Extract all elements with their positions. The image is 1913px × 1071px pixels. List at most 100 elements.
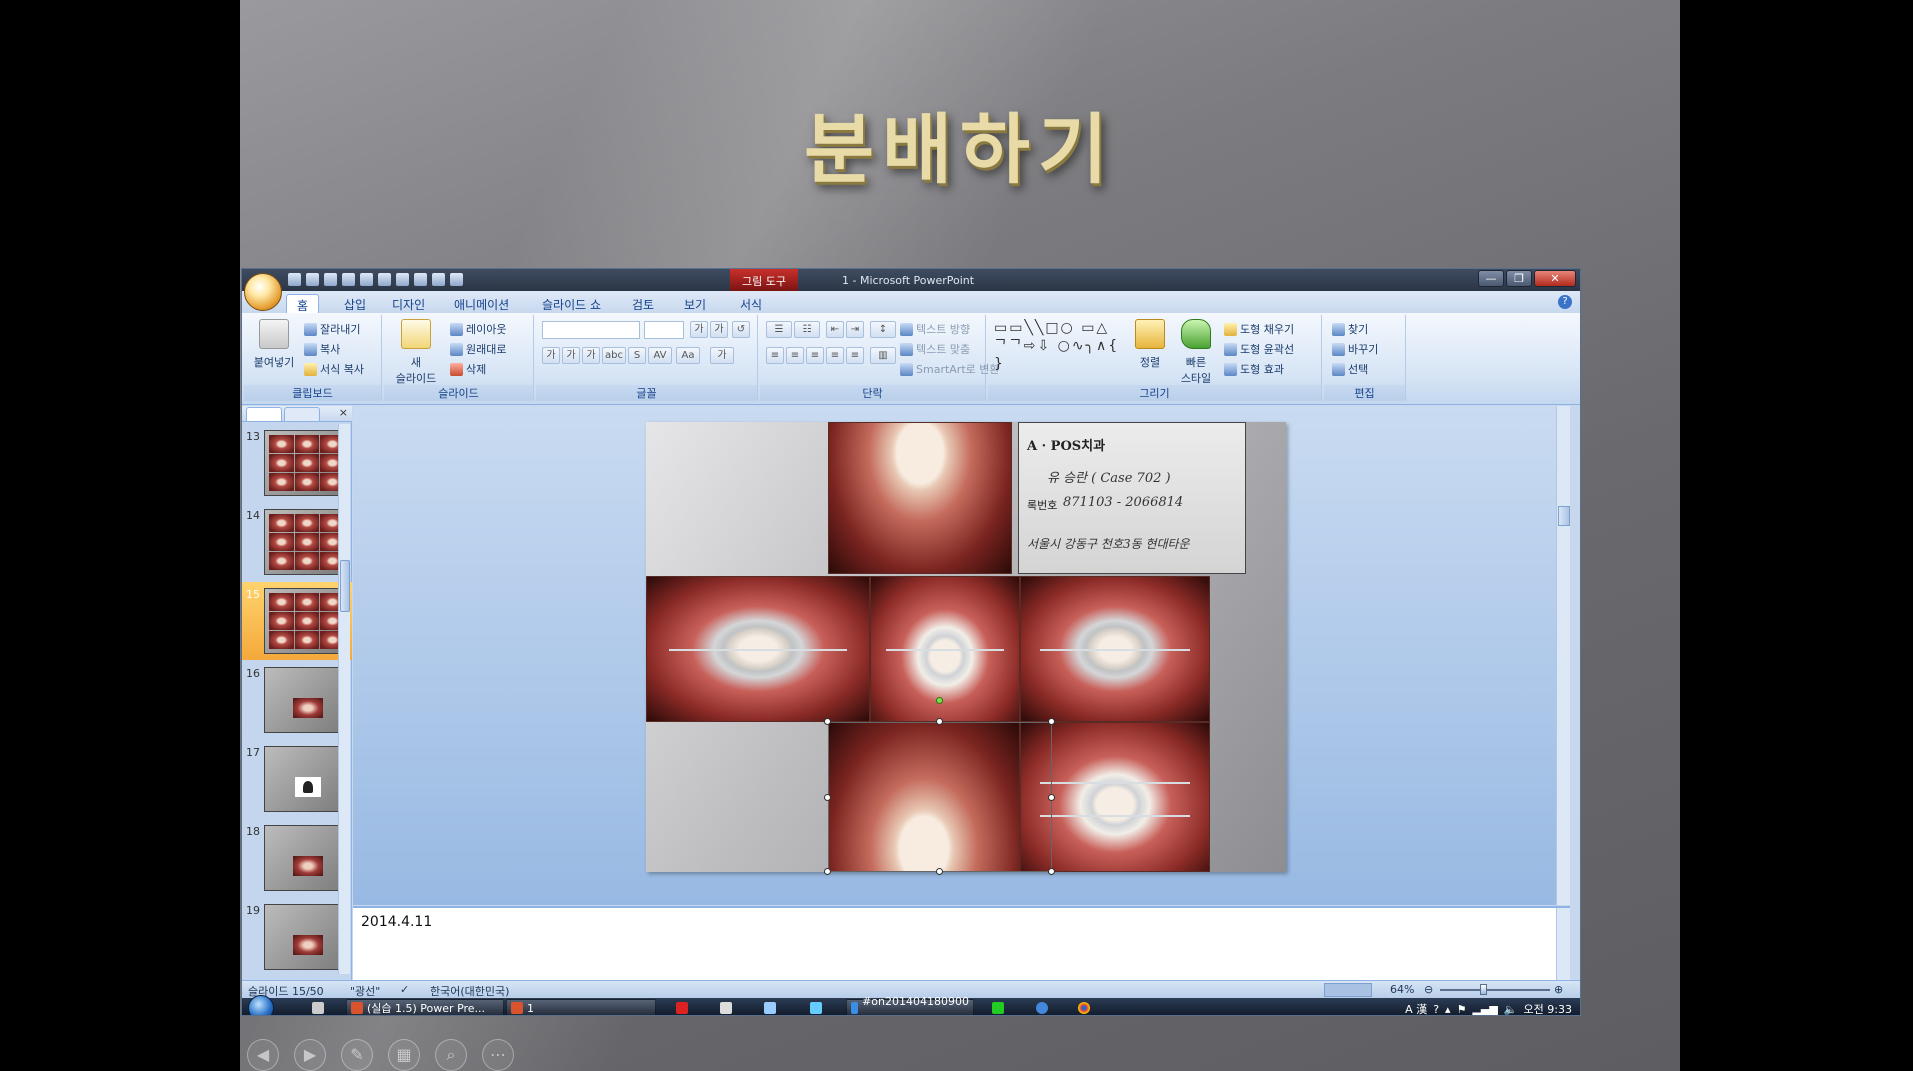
font-name-combo[interactable]	[542, 321, 640, 339]
draw-table-icon[interactable]	[414, 273, 427, 286]
zoom-icon[interactable]: ⌕	[435, 1039, 467, 1071]
photo-left-buccal[interactable]	[1020, 576, 1210, 722]
slides-icon[interactable]: ▦	[388, 1039, 420, 1071]
paste-button[interactable]: 붙여넣기	[250, 319, 298, 370]
format-painter-button[interactable]: 서식 복사	[304, 361, 364, 377]
rotate-handle[interactable]	[936, 697, 943, 704]
shape-fill-button[interactable]: 도형 채우기	[1224, 321, 1294, 337]
edit-scrollbar[interactable]	[1556, 406, 1570, 905]
spelling-icon[interactable]	[396, 273, 409, 286]
tab-format[interactable]: 서식	[730, 294, 772, 313]
zoom-slider-knob[interactable]	[1480, 984, 1487, 995]
taskbar-icon-app4[interactable]	[806, 999, 826, 1015]
volume-icon[interactable]: 🔈	[1504, 1003, 1518, 1016]
taskbar-item-ppt2[interactable]: 1	[506, 999, 656, 1015]
tab-insert[interactable]: 삽입	[334, 294, 376, 313]
zoom-out-icon[interactable]: ⊖	[1424, 983, 1433, 996]
select-button[interactable]: 선택	[1332, 361, 1368, 377]
photo-upper-occlusal[interactable]	[828, 422, 1012, 574]
replace-button[interactable]: 바꾸기	[1332, 341, 1378, 357]
zoom-level[interactable]: 64%	[1390, 983, 1414, 996]
reset-button[interactable]: 원래대로	[450, 341, 506, 357]
shrink-font-button[interactable]: 가	[710, 321, 728, 338]
minimize-button[interactable]: —	[1478, 270, 1504, 287]
shape-effects-button[interactable]: 도형 효과	[1224, 361, 1284, 377]
slide-thumbnail[interactable]: 19	[242, 898, 352, 976]
clock[interactable]: 오전 9:33	[1524, 1001, 1572, 1015]
taskbar-icon-app2[interactable]	[716, 999, 736, 1015]
new-icon[interactable]	[342, 273, 355, 286]
tab-animations[interactable]: 애니메이션	[444, 294, 519, 313]
font-color-button[interactable]: 가	[710, 347, 734, 364]
tab-home[interactable]: 홈	[286, 294, 320, 313]
decrease-indent-button[interactable]: ⇤	[826, 321, 844, 338]
edit-scroll-thumb[interactable]	[1558, 506, 1570, 526]
align-center-button[interactable]: ≡	[786, 347, 804, 364]
resize-handle[interactable]	[1048, 794, 1055, 801]
change-case-button[interactable]: Aa	[676, 347, 700, 364]
view-buttons[interactable]	[1324, 983, 1372, 997]
align-left-button[interactable]: ≡	[766, 347, 784, 364]
columns-button[interactable]: ▥	[870, 347, 896, 364]
restore-button[interactable]: ❐	[1506, 270, 1532, 287]
numbering-button[interactable]: ☷	[794, 321, 820, 338]
shadow-button[interactable]: S	[628, 347, 646, 364]
arrange-button[interactable]: 정렬	[1130, 319, 1170, 370]
new-slide-button[interactable]: 새 슬라이드	[388, 319, 444, 386]
help-icon[interactable]: ?	[1558, 295, 1572, 309]
language-status[interactable]: 한국어(대한민국)	[430, 983, 509, 999]
line-spacing-button[interactable]: ↕	[870, 321, 896, 338]
notes-pane[interactable]: 2014.4.11	[353, 906, 1570, 980]
bullets-button[interactable]: ☰	[766, 321, 792, 338]
shape-outline-button[interactable]: 도형 윤곽선	[1224, 341, 1294, 357]
slide-thumbnail[interactable]: 18	[242, 819, 352, 897]
resize-handle[interactable]	[824, 868, 831, 875]
quick-styles-button[interactable]: 빠른 스타일	[1174, 319, 1218, 386]
slide-canvas[interactable]: A · POS치과 유 승란 ( Case 702 ) 록번호 871103 -…	[646, 422, 1286, 875]
taskbar-item-browser[interactable]: #on201404180900 ...	[846, 995, 974, 1015]
tab-design[interactable]: 디자인	[382, 294, 435, 313]
clear-format-button[interactable]: ↺	[732, 321, 750, 338]
distributed-button[interactable]: ≡	[846, 347, 864, 364]
resize-handle[interactable]	[1048, 718, 1055, 725]
resize-handle[interactable]	[1048, 868, 1055, 875]
taskbar-icon-calc[interactable]	[308, 999, 328, 1015]
save-icon[interactable]	[288, 273, 301, 286]
bold-button[interactable]: 가	[542, 347, 560, 364]
taskbar-icon-app5[interactable]	[988, 999, 1008, 1015]
photo-right-buccal[interactable]	[646, 576, 870, 722]
taskbar-icon-app3[interactable]	[760, 999, 780, 1015]
tray-flag-icon[interactable]: ⚑	[1457, 1003, 1467, 1016]
print-preview-icon[interactable]	[360, 273, 373, 286]
taskbar-icon-chrome[interactable]	[1074, 999, 1094, 1015]
strikethrough-button[interactable]: abc	[602, 347, 626, 364]
shapes-gallery[interactable]: ▭▭╲╲□○ ▭△ᄀᄀ⇨⇩ ○∿╮∧{ }	[994, 319, 1124, 373]
taskbar-icon-app6[interactable]	[1032, 999, 1052, 1015]
text-direction-button[interactable]: 텍스트 방향	[900, 321, 970, 337]
close-button[interactable]: ✕	[1534, 270, 1576, 287]
panel-scrollbar[interactable]	[338, 424, 350, 974]
underline-button[interactable]: 가	[582, 347, 600, 364]
slide-thumbnail[interactable]: 15	[242, 582, 352, 660]
tab-view[interactable]: 보기	[674, 294, 716, 313]
tab-review[interactable]: 검토	[622, 294, 664, 313]
redo-icon[interactable]	[324, 273, 337, 286]
slide-thumbnail[interactable]: 14	[242, 503, 352, 581]
zoom-in-icon[interactable]: ⊕	[1554, 983, 1563, 996]
next-icon[interactable]: ▶	[294, 1039, 326, 1071]
copy-button[interactable]: 복사	[304, 341, 340, 357]
customize-qat-icon[interactable]	[450, 273, 463, 286]
italic-button[interactable]: 가	[562, 347, 580, 364]
pen-icon[interactable]: ✎	[341, 1039, 373, 1071]
find-button[interactable]: 찾기	[1332, 321, 1368, 337]
font-size-combo[interactable]	[644, 321, 684, 339]
patient-card-photo[interactable]: A · POS치과 유 승란 ( Case 702 ) 록번호 871103 -…	[1018, 422, 1246, 574]
office-button[interactable]	[244, 273, 282, 311]
smartart-button[interactable]: SmartArt로 변환	[900, 361, 1000, 377]
network-icon[interactable]: ▂▄▆	[1472, 1003, 1497, 1016]
resize-handle[interactable]	[936, 868, 943, 875]
tray-help-icon[interactable]: ?	[1433, 1003, 1439, 1016]
picture-icon[interactable]	[432, 273, 445, 286]
delete-slide-button[interactable]: 삭제	[450, 361, 486, 377]
start-button[interactable]	[248, 995, 274, 1015]
